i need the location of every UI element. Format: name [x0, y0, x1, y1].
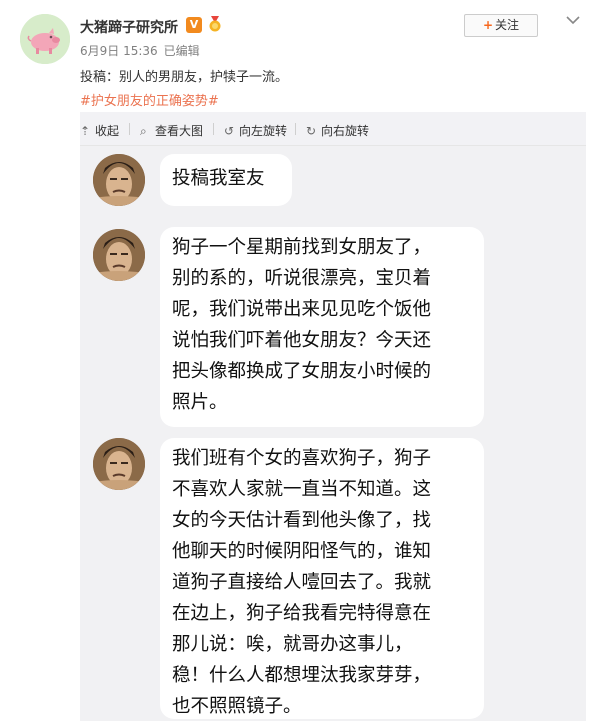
message-line: 呢，我们说带出来见见吃个饭他	[172, 299, 432, 320]
collapse-icon: ⇡	[80, 124, 91, 138]
chat-bubble: 狗子一个星期前找到女朋友了， 别的系的，听说很漂亮，宝贝着 呢，我们说带出来见见…	[160, 227, 484, 427]
collapse-button[interactable]: ⇡ 收起	[80, 122, 119, 139]
post-header: 大猪蹄子研究所 V 6月9日 15:36 已编辑 + 关注 投稿：别人的男朋友，护犊…	[0, 0, 603, 112]
author-avatar[interactable]	[20, 14, 70, 64]
zoom-icon: ⌕	[140, 124, 147, 138]
pig-avatar-icon	[20, 14, 70, 64]
rotate-right-button[interactable]: ↻ 向右旋转	[306, 122, 369, 139]
chat-bubble: 投稿我室友	[160, 154, 292, 206]
sender-avatar	[93, 438, 145, 490]
image-viewer: ⇡ 收起 ⌕ 查看大图 ↺ 向左旋转 ↻ 向右旋转 投稿我室友 狗子一个星期前找…	[80, 112, 586, 721]
message-line: 不喜欢人家就一直当不知道。这	[172, 479, 432, 500]
rotate-right-label: 向右旋转	[321, 124, 370, 138]
author-name[interactable]: 大猪蹄子研究所	[80, 17, 178, 37]
person-avatar-icon	[93, 229, 145, 281]
chevron-down-icon[interactable]	[565, 14, 581, 26]
message-line: 投稿我室友	[172, 168, 265, 189]
message-line: 那儿说：唉，就哥办这事儿，	[172, 634, 413, 655]
toolbar-divider	[129, 123, 130, 135]
toolbar-divider	[295, 123, 296, 135]
post-date[interactable]: 6月9日 15:36	[80, 44, 158, 58]
message-line: 照片。	[172, 392, 228, 413]
topic-link[interactable]: #护女朋友的正确姿势#	[80, 90, 219, 109]
rotate-left-button[interactable]: ↺ 向左旋转	[224, 122, 287, 139]
medal-icon[interactable]	[206, 15, 224, 33]
message-line: 我们班有个女的喜欢狗子，狗子	[172, 448, 432, 469]
message-line: 把头像都换成了女朋友小时候的	[172, 361, 432, 382]
person-avatar-icon	[93, 438, 145, 490]
view-large-button[interactable]: ⌕ 查看大图	[140, 122, 203, 139]
rotate-right-icon: ↻	[306, 124, 317, 138]
edited-label: 已编辑	[163, 44, 200, 58]
view-large-label: 查看大图	[155, 124, 204, 138]
sender-avatar	[93, 154, 145, 206]
message-line: 狗子一个星期前找到女朋友了，	[172, 237, 432, 258]
follow-button[interactable]: + 关注	[464, 14, 538, 37]
rotate-left-label: 向左旋转	[239, 124, 288, 138]
post-text: 投稿：别人的男朋友，护犊子一流。	[80, 70, 289, 85]
image-toolbar: ⇡ 收起 ⌕ 查看大图 ↺ 向左旋转 ↻ 向右旋转	[80, 112, 586, 146]
message-line: 道狗子直接给人噎回去了。我就	[172, 572, 432, 593]
message-line: 在边上，狗子给我看完特得意在	[172, 603, 432, 624]
sender-avatar	[93, 229, 145, 281]
chat-bubble: 我们班有个女的喜欢狗子，狗子 不喜欢人家就一直当不知道。这 女的今天估计看到他头…	[160, 438, 484, 719]
message-line: 稳！什么人都想埋汰我家芽芽，	[172, 665, 432, 686]
message-line: 女的今天估计看到他头像了，找	[172, 510, 432, 531]
message-line: 说怕我们吓着他女朋友？今天还	[172, 330, 432, 351]
message-line: 也不照照镜子。	[172, 696, 302, 717]
verified-badge: V	[186, 17, 202, 33]
person-avatar-icon	[93, 154, 145, 206]
rotate-left-icon: ↺	[224, 124, 235, 138]
chat-screenshot[interactable]: 投稿我室友 狗子一个星期前找到女朋友了， 别的系的，听说很漂亮，宝贝着 呢，我们…	[80, 146, 586, 721]
toolbar-divider	[213, 123, 214, 135]
plus-icon: +	[482, 18, 494, 32]
message-line: 他聊天的时候阴阳怪气的，谁知	[172, 541, 432, 562]
collapse-label: 收起	[95, 124, 120, 138]
message-line: 别的系的，听说很漂亮，宝贝着	[172, 268, 432, 289]
follow-label: 关注	[495, 18, 520, 32]
post-meta: 6月9日 15:36 已编辑	[80, 42, 200, 59]
